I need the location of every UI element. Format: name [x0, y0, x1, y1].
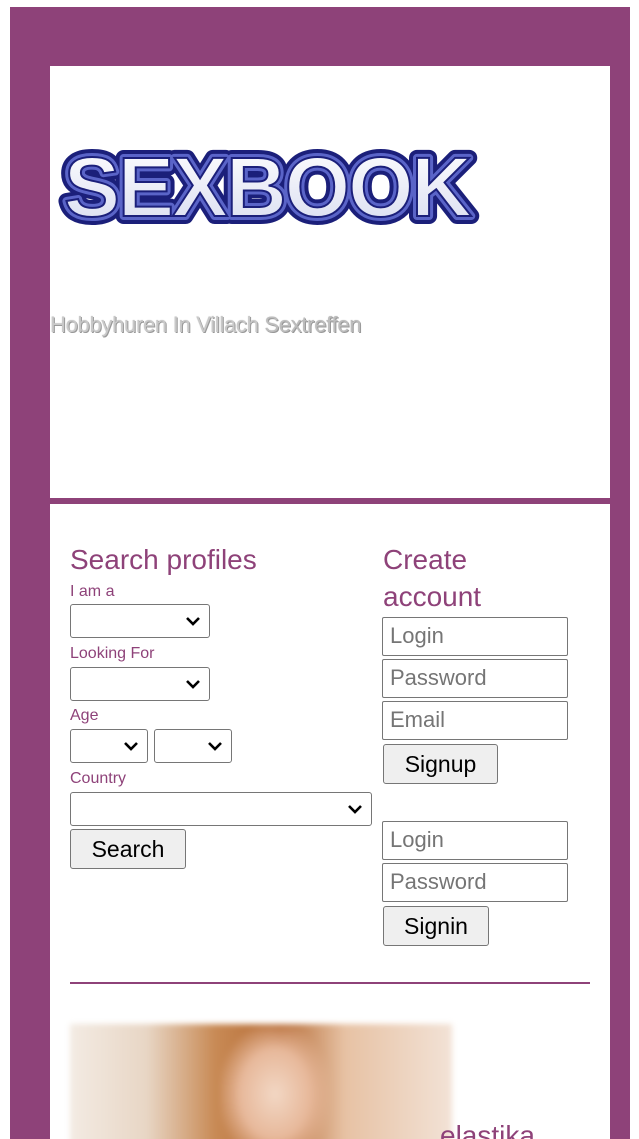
- signup-password-input[interactable]: Password: [382, 659, 568, 698]
- tagline-subtitle: Sextreffen: [264, 312, 362, 337]
- tagline-title: Hobbyhuren In Villach: [50, 312, 259, 337]
- age-label: Age: [70, 707, 99, 724]
- chevron-down-icon: [348, 805, 362, 814]
- main-content: Search profiles I am a Looking For Age C…: [50, 504, 610, 1139]
- chevron-down-icon: [208, 742, 222, 751]
- profile-photo[interactable]: [70, 1024, 452, 1139]
- signup-title-line1: Create: [383, 544, 468, 575]
- section-divider: [70, 982, 590, 984]
- looking-for-label: Looking For: [70, 645, 155, 662]
- signin-login-input[interactable]: Login: [382, 821, 568, 860]
- looking-for-select[interactable]: [70, 667, 210, 701]
- sexbook-logo[interactable]: SEXBOOK SEXBOOK SEXBOOK: [58, 138, 528, 233]
- search-title: Search profiles: [70, 544, 257, 575]
- chevron-down-icon: [186, 680, 200, 689]
- signup-login-input[interactable]: Login: [382, 617, 568, 656]
- country-label: Country: [70, 770, 127, 787]
- country-select[interactable]: [70, 792, 372, 826]
- i-am-label: I am a: [70, 583, 115, 600]
- i-am-select[interactable]: [70, 604, 210, 638]
- age-min-select[interactable]: [70, 729, 148, 763]
- profile-name[interactable]: elastika: [440, 1120, 535, 1139]
- signup-title-line2: account: [383, 581, 482, 612]
- search-button[interactable]: Search: [70, 829, 186, 869]
- signup-email-input[interactable]: Email: [382, 701, 568, 740]
- chevron-down-icon: [186, 617, 200, 626]
- signin-password-input[interactable]: Password: [382, 863, 568, 902]
- svg-text:SEXBOOK: SEXBOOK: [64, 140, 471, 233]
- age-max-select[interactable]: [154, 729, 232, 763]
- site-header: SEXBOOK SEXBOOK SEXBOOK Hobbyhuren In Vi…: [50, 66, 610, 498]
- header-tagline: Hobbyhuren In Villach Sextreffen: [50, 312, 362, 338]
- chevron-down-icon: [124, 742, 138, 751]
- signin-button[interactable]: Signin: [383, 906, 489, 946]
- signup-button[interactable]: Signup: [383, 744, 498, 784]
